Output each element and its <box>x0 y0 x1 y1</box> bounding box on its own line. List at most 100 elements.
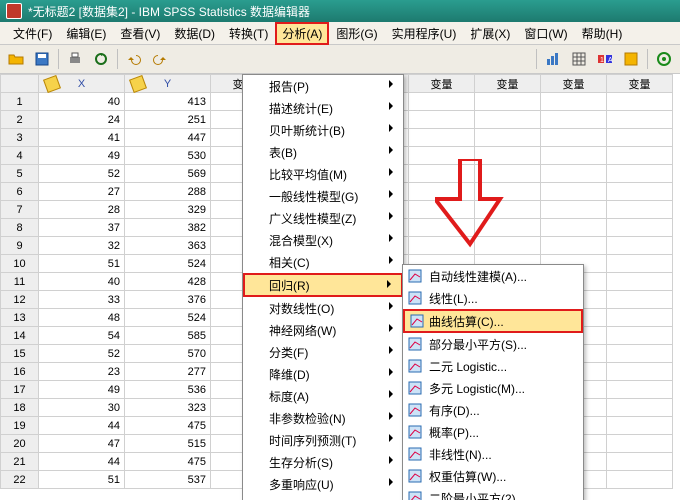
value-labels-icon[interactable]: 1A <box>593 47 617 71</box>
cell-x[interactable]: 51 <box>39 255 125 273</box>
cell-x[interactable]: 47 <box>39 435 125 453</box>
undo-icon[interactable] <box>122 47 146 71</box>
analyze-item[interactable]: 混合模型(X) <box>243 229 403 251</box>
cell-y[interactable]: 376 <box>125 291 211 309</box>
cell-y[interactable]: 475 <box>125 417 211 435</box>
cell-x[interactable]: 37 <box>39 219 125 237</box>
cell-x[interactable]: 44 <box>39 453 125 471</box>
cell-x[interactable]: 24 <box>39 111 125 129</box>
cell-x[interactable]: 52 <box>39 165 125 183</box>
analyze-item[interactable]: 广义线性模型(Z) <box>243 207 403 229</box>
cell-y[interactable]: 413 <box>125 93 211 111</box>
redo-icon[interactable] <box>148 47 172 71</box>
analyze-item[interactable]: 一般线性模型(G) <box>243 185 403 207</box>
cell-y[interactable]: 569 <box>125 165 211 183</box>
col-empty[interactable]: 变量 <box>475 75 541 93</box>
cell-x[interactable]: 52 <box>39 345 125 363</box>
row-header[interactable]: 14 <box>1 327 39 345</box>
cell-x[interactable]: 27 <box>39 183 125 201</box>
cell-x[interactable]: 54 <box>39 327 125 345</box>
cell-x[interactable]: 30 <box>39 399 125 417</box>
row-header[interactable]: 1 <box>1 93 39 111</box>
row-header[interactable]: 12 <box>1 291 39 309</box>
menu-file[interactable]: 文件(F) <box>6 22 59 45</box>
row-header[interactable]: 21 <box>1 453 39 471</box>
cell-y[interactable]: 323 <box>125 399 211 417</box>
cell-x[interactable]: 32 <box>39 237 125 255</box>
cell-y[interactable]: 288 <box>125 183 211 201</box>
analyze-item[interactable]: 相关(C) <box>243 251 403 273</box>
row-header[interactable]: 22 <box>1 471 39 489</box>
cell-y[interactable]: 475 <box>125 453 211 471</box>
analyze-item[interactable]: 比较平均值(M) <box>243 163 403 185</box>
col-empty[interactable]: 变量 <box>409 75 475 93</box>
chart-icon[interactable] <box>541 47 565 71</box>
regression-item[interactable]: 有序(D)... <box>403 399 583 421</box>
regression-item[interactable]: 多元 Logistic(M)... <box>403 377 583 399</box>
analyze-item[interactable]: 表(B) <box>243 141 403 163</box>
cell-x[interactable]: 44 <box>39 417 125 435</box>
menu-help[interactable]: 帮助(H) <box>575 22 630 45</box>
cell-x[interactable]: 48 <box>39 309 125 327</box>
cell-x[interactable]: 49 <box>39 147 125 165</box>
cell-y[interactable]: 363 <box>125 237 211 255</box>
recall-icon[interactable] <box>89 47 113 71</box>
analyze-item[interactable]: 贝叶斯统计(B) <box>243 119 403 141</box>
cell-y[interactable]: 530 <box>125 147 211 165</box>
row-header[interactable]: 13 <box>1 309 39 327</box>
cell-y[interactable]: 251 <box>125 111 211 129</box>
analyze-item[interactable]: 非参数检验(N) <box>243 407 403 429</box>
row-header[interactable]: 19 <box>1 417 39 435</box>
cell-x[interactable]: 23 <box>39 363 125 381</box>
variables-icon[interactable] <box>619 47 643 71</box>
menu-window[interactable]: 窗口(W) <box>517 22 574 45</box>
analyze-item[interactable]: 生存分析(S) <box>243 451 403 473</box>
cell-x[interactable]: 33 <box>39 291 125 309</box>
row-header[interactable]: 5 <box>1 165 39 183</box>
row-header[interactable]: 18 <box>1 399 39 417</box>
grid-icon[interactable] <box>567 47 591 71</box>
cell-y[interactable]: 524 <box>125 309 211 327</box>
regression-item[interactable]: 非线性(N)... <box>403 443 583 465</box>
menu-analyze[interactable]: 分析(A) <box>275 22 329 45</box>
row-header[interactable]: 10 <box>1 255 39 273</box>
cell-x[interactable]: 28 <box>39 201 125 219</box>
cell-y[interactable]: 329 <box>125 201 211 219</box>
row-header[interactable]: 15 <box>1 345 39 363</box>
cell-y[interactable]: 428 <box>125 273 211 291</box>
row-header[interactable]: 4 <box>1 147 39 165</box>
row-header[interactable]: 8 <box>1 219 39 237</box>
col-y[interactable]: Y <box>125 75 211 93</box>
cell-y[interactable]: 515 <box>125 435 211 453</box>
regression-item[interactable]: 线性(L)... <box>403 287 583 309</box>
analyze-item[interactable]: 降维(D) <box>243 363 403 385</box>
cell-y[interactable]: 585 <box>125 327 211 345</box>
cell-x[interactable]: 41 <box>39 129 125 147</box>
regression-item[interactable]: 部分最小平方(S)... <box>403 333 583 355</box>
analyze-item[interactable]: 标度(A) <box>243 385 403 407</box>
menu-view[interactable]: 查看(V) <box>113 22 167 45</box>
regression-item[interactable]: 概率(P)... <box>403 421 583 443</box>
regression-item[interactable]: 二元 Logistic... <box>403 355 583 377</box>
open-icon[interactable] <box>4 47 28 71</box>
save-icon[interactable] <box>30 47 54 71</box>
row-header[interactable]: 17 <box>1 381 39 399</box>
analyze-item[interactable]: 对数线性(O) <box>243 297 403 319</box>
cell-y[interactable]: 277 <box>125 363 211 381</box>
regression-item[interactable]: 权重估算(W)... <box>403 465 583 487</box>
analyze-item[interactable]: 报告(P) <box>243 75 403 97</box>
row-header[interactable]: 6 <box>1 183 39 201</box>
col-empty[interactable]: 变量 <box>541 75 607 93</box>
analyze-item[interactable]: 回归(R) <box>243 273 403 297</box>
col-empty[interactable]: 变量 <box>607 75 673 93</box>
analyze-item[interactable]: 分类(F) <box>243 341 403 363</box>
cell-y[interactable]: 524 <box>125 255 211 273</box>
row-header[interactable]: 20 <box>1 435 39 453</box>
row-header[interactable]: 16 <box>1 363 39 381</box>
cell-x[interactable]: 51 <box>39 471 125 489</box>
analyze-item[interactable]: 描述统计(E) <box>243 97 403 119</box>
menu-extensions[interactable]: 扩展(X) <box>463 22 517 45</box>
analyze-item[interactable]: 神经网络(W) <box>243 319 403 341</box>
cell-y[interactable]: 536 <box>125 381 211 399</box>
row-header[interactable]: 11 <box>1 273 39 291</box>
